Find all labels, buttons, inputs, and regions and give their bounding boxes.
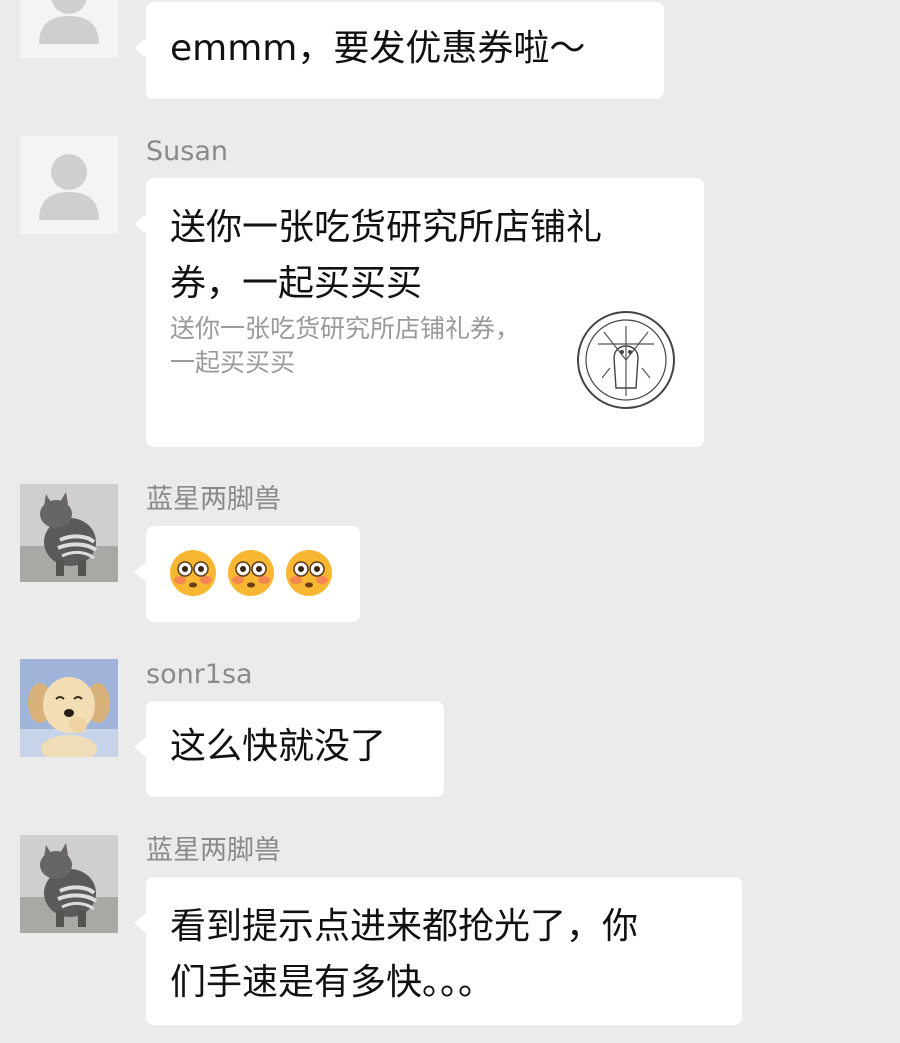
message-text: emmm，要发优惠券啦～: [170, 28, 586, 69]
card-description: 送你一张吃货研究所店铺礼券，一起买买买: [170, 314, 521, 377]
flushed-face-icon: [286, 550, 332, 596]
message-text: 看到提示点进来都抢光了，你 们手速是有多快。。。: [146, 877, 742, 1027]
sender-name: Susan: [146, 136, 228, 167]
card-title: 送你一张吃货研究所店铺礼券，一起买买买: [170, 207, 603, 304]
sender-name: sonr1sa: [146, 659, 253, 690]
message-bubble[interactable]: 这么快就没了: [134, 701, 444, 797]
cat-avatar[interactable]: [20, 835, 118, 933]
puppy-avatar[interactable]: [20, 659, 118, 757]
message-text-line: 看到提示点进来都抢光了，你: [170, 906, 639, 947]
message-text: 这么快就没了: [170, 726, 387, 767]
flushed-face-icon: [170, 550, 216, 596]
shop-seal-logo: [577, 311, 675, 409]
chat-message-list[interactable]: emmm，要发优惠券啦～ Susan 送你一张吃货研究所店铺礼券，一起买买买 送…: [0, 0, 900, 1043]
default-avatar-icon[interactable]: [20, 0, 118, 58]
coupon-card[interactable]: 送你一张吃货研究所店铺礼券，一起买买买 送你一张吃货研究所店铺礼券，一起买买买: [134, 178, 704, 447]
emoji-row: [168, 548, 334, 598]
message-bubble[interactable]: 看到提示点进来都抢光了，你 们手速是有多快。。。: [134, 877, 742, 1027]
message-bubble[interactable]: [134, 526, 360, 622]
message-bubble[interactable]: emmm，要发优惠券啦～: [134, 2, 664, 99]
flushed-face-icon: [228, 550, 274, 596]
sender-name: 蓝星两脚兽: [146, 835, 281, 866]
cat-avatar[interactable]: [20, 484, 118, 582]
message-text-line: 们手速是有多快。。。: [170, 962, 495, 1003]
sender-name: 蓝星两脚兽: [146, 484, 281, 515]
default-avatar-icon[interactable]: [20, 136, 118, 234]
